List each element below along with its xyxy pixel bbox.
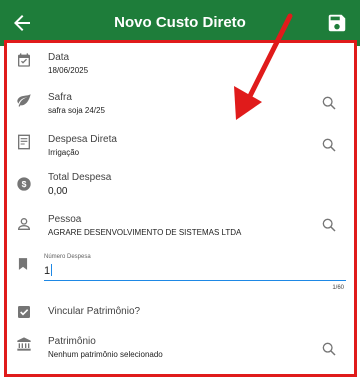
field-safra-label: Safra xyxy=(48,92,72,103)
field-total-despesa-label: Total Despesa xyxy=(48,172,112,183)
field-safra-value: safra soja 24/25 xyxy=(48,106,105,115)
checkbox-icon[interactable] xyxy=(16,304,32,320)
field-total-despesa: $ Total Despesa 0,00 xyxy=(4,170,351,206)
field-patrimonio[interactable]: Patrimônio Nenhum patrimônio selecionado xyxy=(4,334,351,364)
numero-despesa-underline xyxy=(44,280,346,281)
field-despesa-direta-label: Despesa Direta xyxy=(48,134,117,145)
person-icon xyxy=(17,218,31,230)
dollar-icon: $ xyxy=(17,177,31,191)
numero-despesa-value: 1 xyxy=(44,265,51,277)
field-despesa-direta[interactable]: Despesa Direta Irrigação xyxy=(4,130,351,166)
field-pessoa-label: Pessoa xyxy=(48,214,82,225)
search-icon[interactable] xyxy=(321,95,337,111)
search-icon[interactable] xyxy=(321,217,337,233)
svg-text:$: $ xyxy=(22,179,27,189)
receipt-icon xyxy=(18,134,30,150)
search-icon[interactable] xyxy=(321,137,337,153)
field-data-value: 18/06/2025 xyxy=(48,66,89,75)
field-data[interactable]: Data 18/06/2025 xyxy=(4,48,351,84)
page-title: Novo Custo Direto xyxy=(114,14,246,31)
field-patrimonio-label: Patrimônio xyxy=(48,336,96,347)
save-icon[interactable] xyxy=(326,12,348,34)
numero-despesa-label: Número Despesa xyxy=(44,254,91,260)
numero-despesa-counter: 1/60 xyxy=(332,285,344,291)
field-pessoa-value: AGRARE DESENVOLVIMENTO DE SISTEMAS LTDA xyxy=(48,228,242,237)
text-caret xyxy=(51,264,53,276)
field-total-despesa-value: 0,00 xyxy=(48,186,68,197)
vincular-patrimonio-checkbox[interactable]: Vincular Patrimônio? xyxy=(4,302,351,322)
field-data-label: Data xyxy=(48,52,70,63)
field-patrimonio-value: Nenhum patrimônio selecionado xyxy=(48,350,163,359)
field-safra[interactable]: Safra safra soja 24/25 xyxy=(4,88,351,124)
field-pessoa[interactable]: Pessoa AGRARE DESENVOLVIMENTO DE SISTEMA… xyxy=(4,212,351,248)
vincular-patrimonio-label: Vincular Patrimônio? xyxy=(48,306,141,317)
annotation-arrow-icon xyxy=(234,13,293,120)
bank-icon xyxy=(17,337,31,351)
calendar-icon xyxy=(18,53,30,67)
bookmark-icon xyxy=(18,258,28,270)
search-icon[interactable] xyxy=(321,341,337,357)
field-despesa-direta-value: Irrigação xyxy=(48,148,80,157)
leaf-icon xyxy=(17,94,31,107)
numero-despesa-input[interactable]: 1 xyxy=(44,264,53,277)
